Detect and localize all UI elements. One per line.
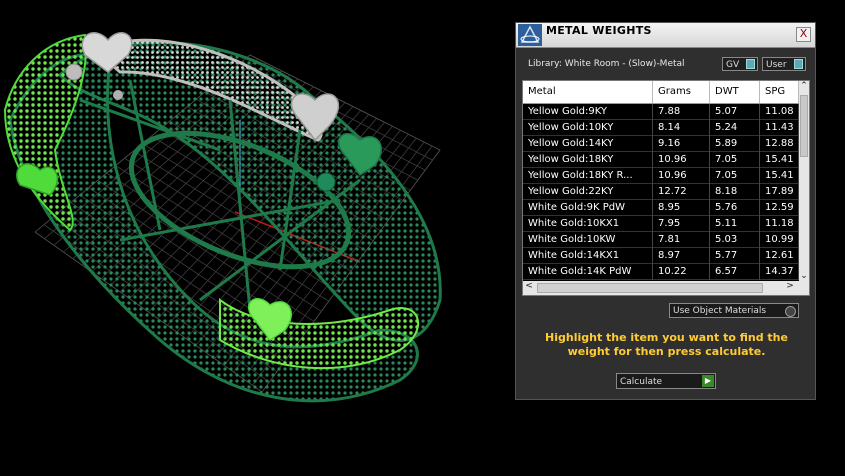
- table-cell: 15.41: [760, 168, 799, 184]
- table-cell: 5.24: [710, 120, 760, 136]
- table-cell: 11.18: [760, 216, 799, 232]
- column-header-metal[interactable]: Metal: [523, 81, 653, 103]
- close-icon: X: [799, 27, 808, 40]
- panel-title: METAL WEIGHTS: [546, 24, 652, 37]
- close-button[interactable]: X: [796, 27, 811, 42]
- table-cell: 5.77: [710, 248, 760, 264]
- scroll-right-icon[interactable]: >: [785, 281, 795, 291]
- table-header: Metal Grams DWT SPG: [523, 81, 799, 104]
- column-header-grams[interactable]: Grams: [653, 81, 710, 103]
- table-cell: 5.11: [710, 216, 760, 232]
- table-cell: 8.18: [710, 184, 760, 200]
- scroll-thumb[interactable]: [537, 283, 763, 293]
- table-cell: Yellow Gold:9KY: [523, 104, 653, 120]
- ring-model-render: [3, 32, 442, 403]
- column-header-spg[interactable]: SPG: [760, 81, 799, 103]
- table-cell: White Gold:14KX1: [523, 248, 653, 264]
- toggle-knob-icon: [794, 59, 803, 69]
- table-cell: Yellow Gold:18KY: [523, 152, 653, 168]
- table-cell: 8.97: [653, 248, 710, 264]
- column-header-dwt[interactable]: DWT: [710, 81, 760, 103]
- table-cell: 12.59: [760, 200, 799, 216]
- table-cell: 10.96: [653, 168, 710, 184]
- table-cell: 6.57: [710, 264, 760, 280]
- scroll-up-icon[interactable]: ⌃: [799, 81, 809, 91]
- table-row[interactable]: Yellow Gold:22KY 12.72 8.18 17.89: [523, 184, 799, 200]
- table-cell: Yellow Gold:10KY: [523, 120, 653, 136]
- table-cell: 10.22: [653, 264, 710, 280]
- scroll-thumb[interactable]: [800, 95, 808, 157]
- metal-weights-table[interactable]: Metal Grams DWT SPG Yellow Gold:9KY 7.88 5…: [522, 80, 810, 296]
- table-cell: 5.76: [710, 200, 760, 216]
- table-cell: 12.72: [653, 184, 710, 200]
- user-toggle[interactable]: User: [762, 57, 806, 71]
- radio-icon: [785, 306, 796, 317]
- gv-toggle[interactable]: GV: [722, 57, 758, 71]
- table-cell: White Gold:10KX1: [523, 216, 653, 232]
- table-cell: 8.95: [653, 200, 710, 216]
- table-cell: White Gold:10KW: [523, 232, 653, 248]
- toggle-knob-icon: [746, 59, 755, 69]
- table-cell: 7.88: [653, 104, 710, 120]
- table-cell: 8.14: [653, 120, 710, 136]
- vertical-scrollbar[interactable]: ⌃ ⌄: [799, 81, 809, 281]
- use-object-materials-label: Use Object Materials: [673, 306, 767, 316]
- scroll-down-icon[interactable]: ⌄: [799, 271, 809, 281]
- library-label: Library: White Room - (Slow)-Metal: [528, 59, 685, 69]
- table-row[interactable]: White Gold:10KW 7.81 5.03 10.99: [523, 232, 799, 248]
- app-logo-icon: [518, 24, 542, 46]
- play-arrow-icon: ▶: [702, 375, 714, 387]
- table-cell: White Gold:14K PdW: [523, 264, 653, 280]
- table-cell: 11.43: [760, 120, 799, 136]
- gv-toggle-label: GV: [726, 60, 740, 70]
- table-cell: 5.07: [710, 104, 760, 120]
- table-cell: Yellow Gold:18KY R...: [523, 168, 653, 184]
- table-row[interactable]: Yellow Gold:18KY R... 10.96 7.05 15.41: [523, 168, 799, 184]
- table-row[interactable]: White Gold:9K PdW 8.95 5.76 12.59: [523, 200, 799, 216]
- table-row[interactable]: Yellow Gold:14KY 9.16 5.89 12.88: [523, 136, 799, 152]
- table-cell: Yellow Gold:14KY: [523, 136, 653, 152]
- scroll-left-icon[interactable]: <: [524, 281, 534, 291]
- metal-weights-panel: METAL WEIGHTS X Library: White Room - (S…: [515, 22, 816, 400]
- panel-titlebar[interactable]: METAL WEIGHTS X: [516, 23, 815, 48]
- table-cell: 5.03: [710, 232, 760, 248]
- table-cell: 9.16: [653, 136, 710, 152]
- table-cell: 12.61: [760, 248, 799, 264]
- instruction-text: Highlight the item you want to find the …: [545, 331, 788, 358]
- table-row[interactable]: White Gold:14KX1 8.97 5.77 12.61: [523, 248, 799, 264]
- table-row[interactable]: Yellow Gold:18KY 10.96 7.05 15.41: [523, 152, 799, 168]
- table-cell: 7.95: [653, 216, 710, 232]
- table-cell: 11.08: [760, 104, 799, 120]
- table-row[interactable]: White Gold:14K PdW 10.22 6.57 14.37: [523, 264, 799, 280]
- table-cell: 14.37: [760, 264, 799, 280]
- table-row[interactable]: Yellow Gold:10KY 8.14 5.24 11.43: [523, 120, 799, 136]
- table-cell: 12.88: [760, 136, 799, 152]
- table-cell: 10.96: [653, 152, 710, 168]
- table-row[interactable]: Yellow Gold:9KY 7.88 5.07 11.08: [523, 104, 799, 120]
- table-cell: 10.99: [760, 232, 799, 248]
- table-cell: 15.41: [760, 152, 799, 168]
- calculate-button[interactable]: Calculate ▶: [616, 373, 716, 389]
- table-cell: 7.05: [710, 168, 760, 184]
- table-cell: Yellow Gold:22KY: [523, 184, 653, 200]
- table-cell: 5.89: [710, 136, 760, 152]
- 3d-viewport[interactable]: [0, 0, 510, 472]
- table-cell: White Gold:9K PdW: [523, 200, 653, 216]
- table-cell: 17.89: [760, 184, 799, 200]
- calculate-label: Calculate: [620, 377, 663, 387]
- table-row[interactable]: White Gold:10KX1 7.95 5.11 11.18: [523, 216, 799, 232]
- horizontal-scrollbar[interactable]: < >: [523, 281, 809, 295]
- use-object-materials-option[interactable]: Use Object Materials: [669, 303, 799, 318]
- user-toggle-label: User: [766, 60, 787, 70]
- table-cell: 7.81: [653, 232, 710, 248]
- table-cell: 7.05: [710, 152, 760, 168]
